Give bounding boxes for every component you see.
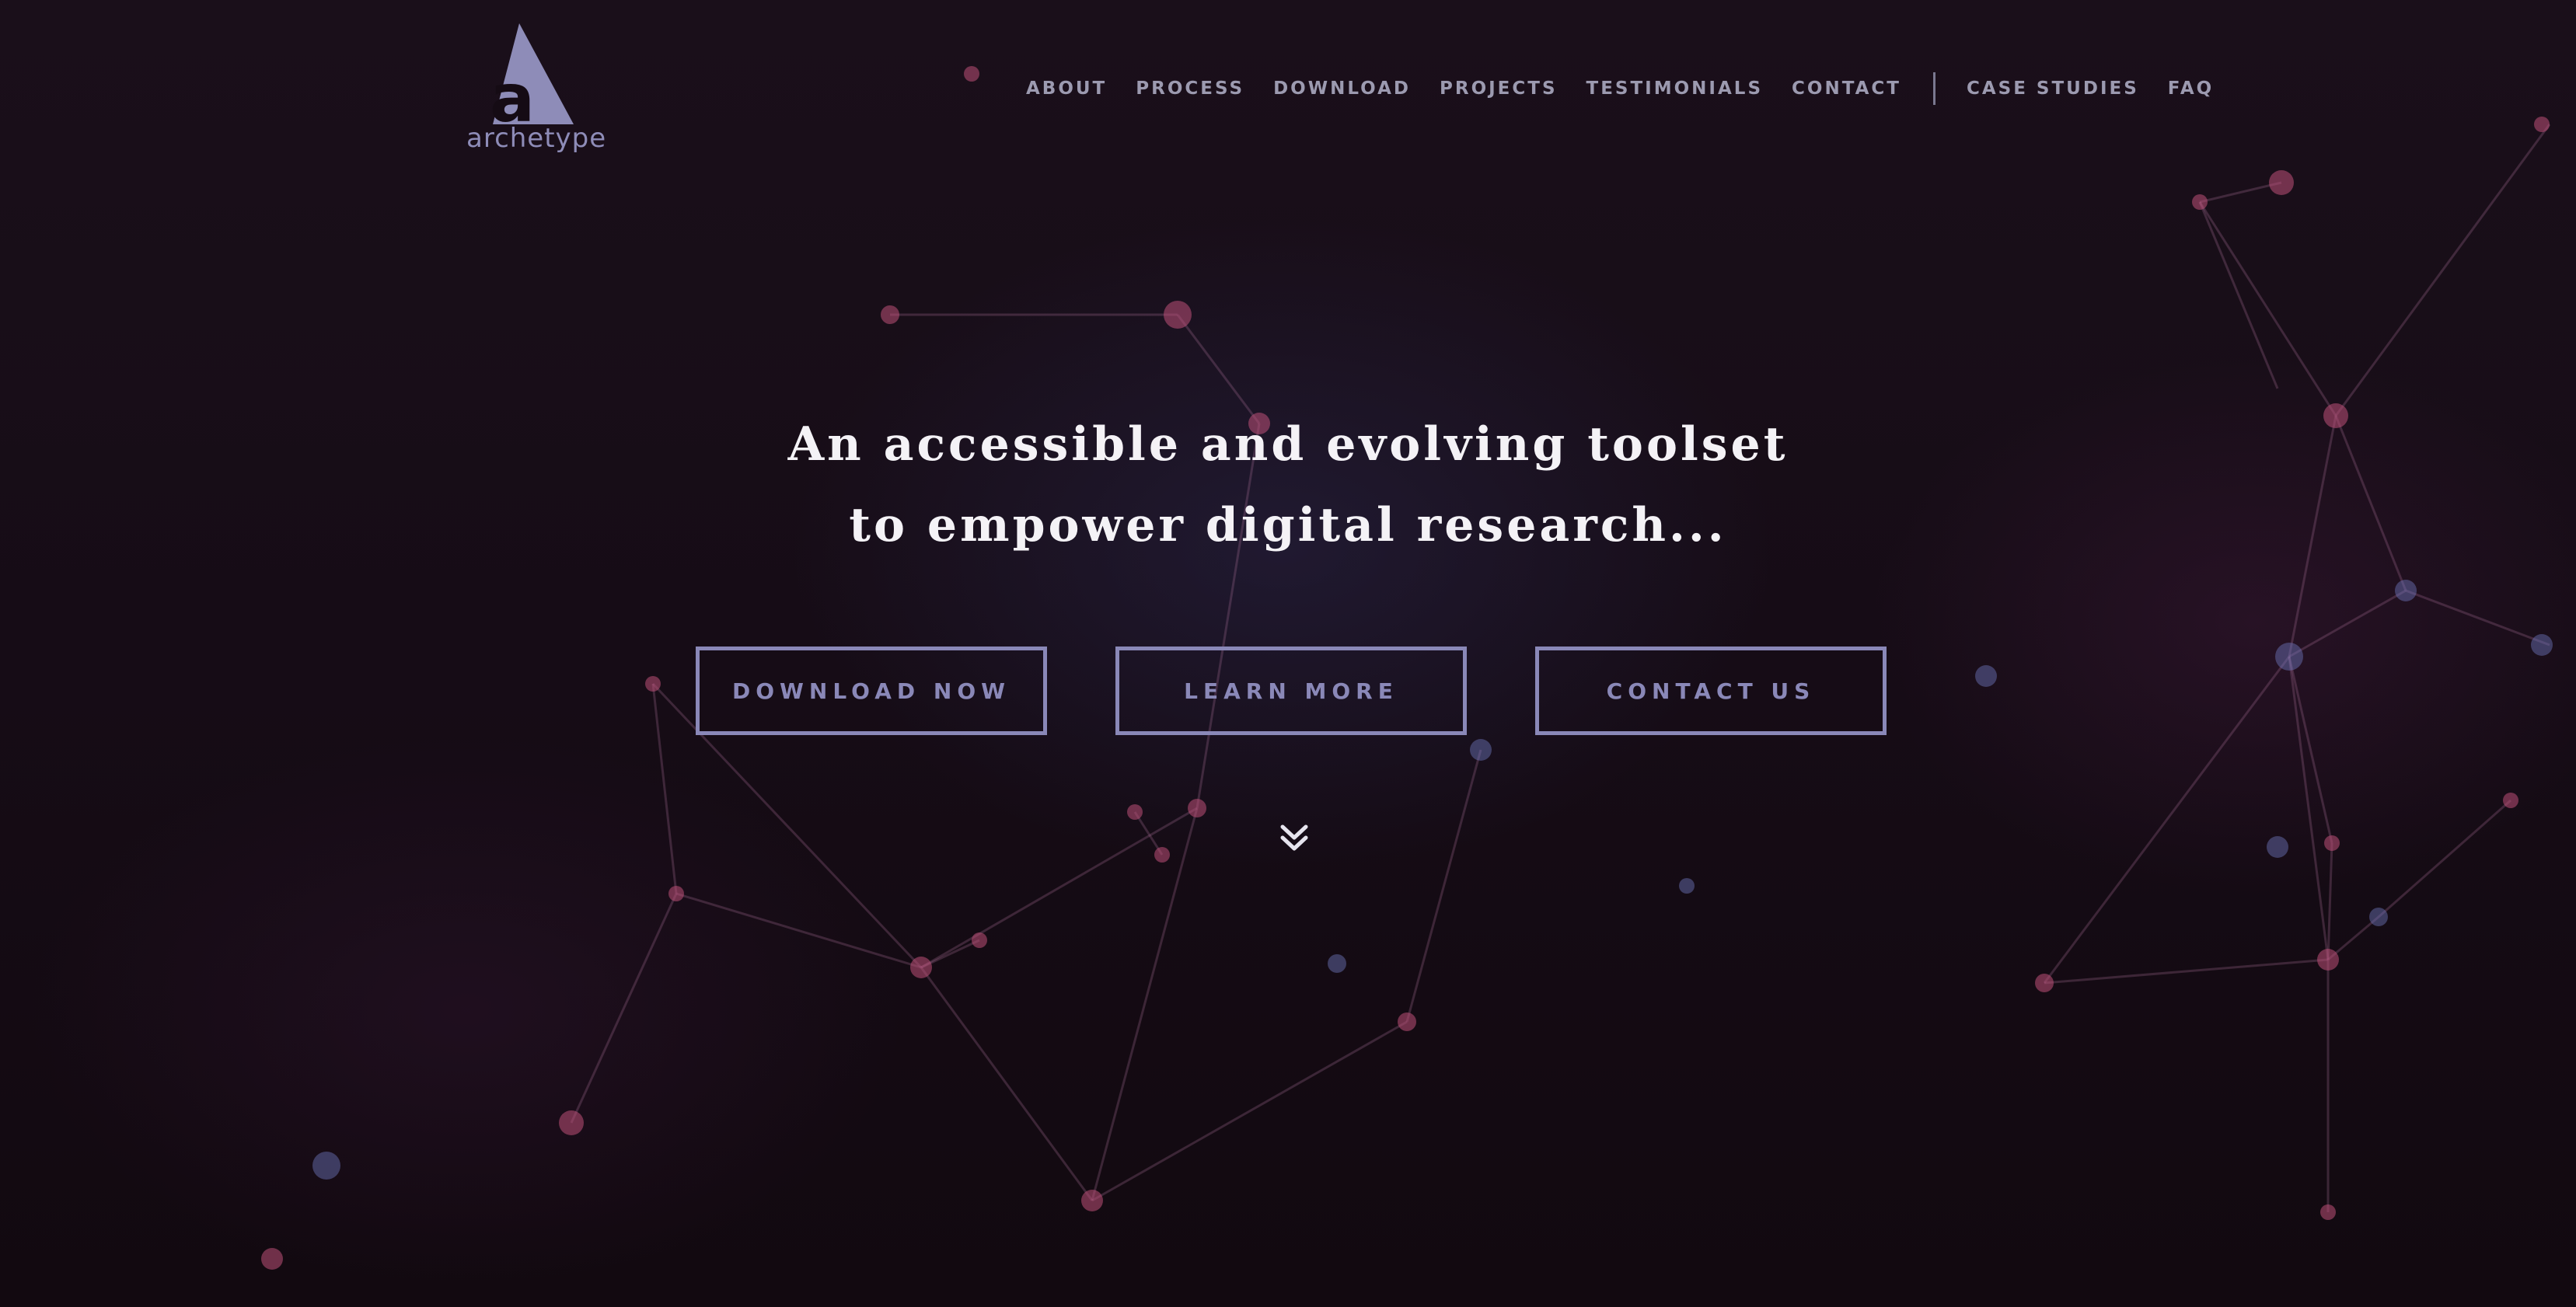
logo-wordmark: archetype bbox=[466, 123, 607, 154]
contact-us-button[interactable]: CONTACT US bbox=[1535, 647, 1887, 735]
archetype-logo-icon: a bbox=[490, 23, 574, 127]
nav-item-case-studies[interactable]: CASE STUDIES bbox=[1967, 78, 2139, 99]
nav-item-about[interactable]: ABOUT bbox=[1026, 78, 1107, 99]
download-now-button[interactable]: DOWNLOAD NOW bbox=[696, 647, 1047, 735]
learn-more-button[interactable]: LEARN MORE bbox=[1115, 647, 1467, 735]
hero-buttons: DOWNLOAD NOW LEARN MORE CONTACT US bbox=[696, 647, 1893, 740]
svg-text:a: a bbox=[490, 60, 535, 127]
archetype-logo[interactable]: a archetype bbox=[466, 22, 607, 162]
nav-item-download[interactable]: DOWNLOAD bbox=[1273, 78, 1411, 99]
nav-item-process[interactable]: PROCESS bbox=[1136, 78, 1244, 99]
nav-divider bbox=[1932, 72, 1935, 105]
main-navigation: ABOUT PROCESS DOWNLOAD PROJECTS TESTIMON… bbox=[1026, 72, 2243, 105]
double-chevron-down-icon[interactable] bbox=[1275, 817, 1314, 856]
nav-item-faq[interactable]: FAQ bbox=[2168, 78, 2214, 99]
nav-item-testimonials[interactable]: TESTIMONIALS bbox=[1586, 78, 1763, 99]
nav-item-contact[interactable]: CONTACT bbox=[1792, 78, 1901, 99]
hero-title-line-1: An accessible and evolving toolset bbox=[787, 417, 1789, 472]
nav-item-projects[interactable]: PROJECTS bbox=[1440, 78, 1558, 99]
hero-title-line-2: to empower digital research... bbox=[849, 498, 1727, 552]
hero-title: An accessible and evolving toolset to em… bbox=[0, 404, 2576, 566]
